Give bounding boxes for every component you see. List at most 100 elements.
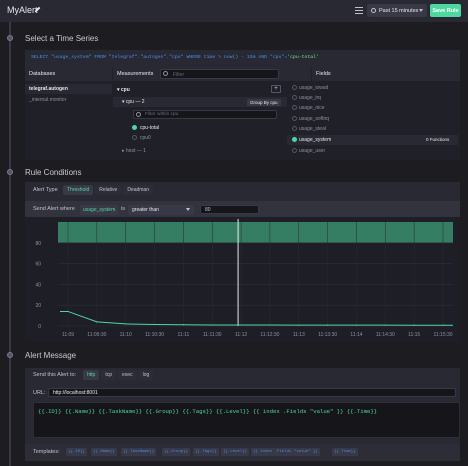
threshold-band: [58, 222, 453, 243]
pencil-icon[interactable]: [34, 6, 41, 13]
field-item[interactable]: usage_iowait: [299, 85, 328, 91]
template-chip[interactable]: {{.TaskName}}: [121, 448, 157, 456]
tab-tcp[interactable]: tcp: [101, 370, 117, 380]
field-item[interactable]: usage_steal: [299, 126, 326, 132]
field-radio[interactable]: [292, 95, 297, 100]
y-tick-label: 40: [35, 282, 41, 288]
timeline-dot: [7, 169, 13, 175]
tab-exec[interactable]: exec: [118, 370, 137, 380]
x-tick-label: 11:10: [120, 332, 132, 338]
tag-key-label: host — 1: [125, 148, 146, 154]
data-point: [240, 324, 242, 326]
field-item[interactable]: usage_system: [299, 137, 331, 143]
measurement-filter-input[interactable]: Filter: [160, 69, 279, 79]
y-tick-label: 60: [35, 262, 41, 268]
threshold-value-input[interactable]: 80: [200, 205, 259, 214]
template-chip[interactable]: {{.Name}}: [91, 448, 117, 456]
line-chart: 0 20 40 60 80 11:09 11:09:30 11:10 11:10:30 11:11…: [35, 219, 453, 338]
endpoint-tabs: http tcp exec log: [83, 370, 154, 380]
tab-log[interactable]: log: [138, 370, 154, 380]
url-input[interactable]: http://localhost:8001: [48, 388, 456, 397]
field-radio[interactable]: [292, 137, 297, 142]
search-icon: [136, 112, 141, 117]
tab-threshold[interactable]: Threshold: [63, 185, 94, 195]
time-range-label: Past 15 minutes: [379, 7, 419, 14]
field-radio[interactable]: [292, 85, 297, 90]
x-tick-label: 11:12:30: [260, 332, 279, 338]
field-item[interactable]: usage_softirq: [299, 116, 329, 122]
tag-key-item[interactable]: ▸ host — 1: [122, 148, 146, 154]
tab-deadman[interactable]: Deadman: [123, 185, 153, 195]
time-range-dropdown[interactable]: Past 15 minutes: [367, 4, 427, 17]
field-radio[interactable]: [292, 148, 297, 153]
page-title[interactable]: MyAlert: [7, 5, 38, 15]
query-tag-value: 'cpu-total': [287, 55, 319, 60]
clock-icon: [371, 8, 376, 13]
tag-value-radio[interactable]: [132, 135, 137, 140]
timeline-rail: [9, 22, 11, 466]
timeline-dot: [7, 35, 13, 41]
data-point: [327, 324, 329, 326]
tag-value-item[interactable]: cpu0: [140, 135, 151, 141]
group-by-button[interactable]: Group By cpu: [247, 99, 281, 106]
fields-header: Fields: [312, 67, 460, 81]
field-radio[interactable]: [292, 116, 297, 121]
database-item[interactable]: telegraf.autogen: [29, 86, 68, 92]
x-tick-label: 11:13:30: [318, 332, 337, 338]
x-tick-label: 11:10:30: [145, 332, 164, 338]
alert-type-label: Alert Type: [33, 187, 58, 193]
field-badge: usage_system: [80, 205, 119, 215]
y-tick-label: 20: [35, 303, 41, 309]
tag-value-radio[interactable]: [132, 125, 137, 130]
section-title-rule-conditions: Rule Conditions: [25, 168, 82, 177]
x-tick-label: 11:14: [350, 332, 362, 338]
measurement-item[interactable]: ▾ cpu: [117, 87, 130, 93]
series-line: [60, 310, 453, 326]
list-icon[interactable]: [355, 7, 363, 14]
y-tick-label: 80: [35, 241, 41, 247]
alert-message-textarea[interactable]: {{.ID}} {{.Name}} {{.TaskName}} {{.Group…: [33, 402, 460, 438]
tab-http[interactable]: http: [83, 370, 100, 380]
field-radio[interactable]: [292, 126, 297, 131]
data-point: [384, 324, 386, 326]
template-chip[interactable]: {{.Level}}: [221, 448, 250, 456]
url-label: URL:: [33, 390, 46, 396]
x-tick-label: 11:15:30: [433, 332, 452, 338]
data-point: [442, 324, 444, 326]
field-item[interactable]: usage_user: [299, 148, 325, 154]
data-point: [355, 324, 358, 326]
query-editor[interactable]: SELECT "usage_system" FROM "telegraf"."a…: [25, 50, 460, 67]
field-radio[interactable]: [292, 105, 297, 110]
field-item[interactable]: usage_nice: [299, 105, 325, 111]
save-rule-button[interactable]: Save Rule: [430, 4, 461, 17]
chevron-down-icon: [419, 9, 423, 12]
x-tick-label: 11:09:30: [87, 332, 106, 338]
section-title-time-series: Select a Time Series: [25, 34, 99, 43]
functions-button[interactable]: 0 Functions: [426, 137, 449, 142]
template-chip[interactable]: {{.ID}}: [66, 448, 87, 456]
field-item[interactable]: usage_irq: [299, 95, 321, 101]
data-point: [125, 323, 127, 325]
is-label: is: [121, 206, 125, 212]
tag-value-item[interactable]: cpu-total: [140, 125, 159, 131]
data-point: [67, 310, 69, 313]
template-chip[interactable]: {{.Group}}: [162, 448, 191, 456]
databases-header: Databases: [25, 67, 112, 81]
add-icon[interactable]: +: [271, 85, 281, 93]
tag-key-item[interactable]: ▾ cpu — 2: [122, 99, 145, 105]
template-chip[interactable]: {{ index .Fields "value" }}: [251, 448, 320, 456]
tab-relative[interactable]: Relative: [95, 185, 122, 195]
data-point: [153, 323, 156, 326]
x-tick-label: 11:11:30: [203, 332, 222, 338]
template-chip[interactable]: {{.Tags}}: [193, 448, 219, 456]
template-chip[interactable]: {{.Time}}: [332, 448, 358, 456]
data-point: [413, 324, 415, 326]
x-tick-label: 11:12: [235, 332, 247, 338]
data-point: [298, 324, 300, 326]
templates-label: Templates:: [33, 449, 60, 455]
send-to-label: Send this Alert to:: [33, 372, 77, 378]
database-item[interactable]: _internal.monitor: [29, 97, 66, 103]
operator-dropdown[interactable]: greater than: [128, 205, 194, 215]
tag-filter-input[interactable]: Filter within cpu: [133, 110, 277, 119]
data-point: [182, 324, 184, 326]
